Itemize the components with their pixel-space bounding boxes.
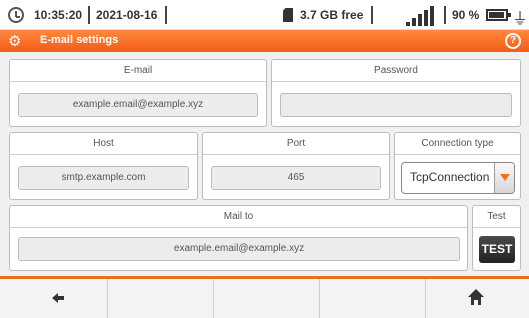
clock-icon [8,7,24,23]
email-label: E-mail [10,60,266,82]
toolbar-slot-3 [213,279,319,318]
email-field[interactable]: example.email@example.xyz [18,93,258,117]
battery-icon [486,9,511,21]
home-button[interactable] [425,279,529,318]
host-panel: Host smtp.example.com [9,132,198,200]
port-label: Port [203,133,389,155]
email-panel: E-mail example.email@example.xyz [9,59,267,127]
signal-icon [406,6,434,26]
mail-to-label: Mail to [10,206,467,228]
host-field[interactable]: smtp.example.com [18,166,189,190]
status-bar: 10:35:20 2021-08-16 3.7 GB free 90 % ⏚ [0,0,529,30]
host-label: Host [10,133,197,155]
page-title: E-mail settings [40,34,119,46]
status-separator [88,6,90,24]
storage-free: 3.7 GB free [300,8,364,22]
plug-icon: ⏚ [512,11,529,28]
status-separator [371,6,373,24]
sd-card-icon [283,8,293,22]
password-field[interactable] [280,93,512,117]
help-icon[interactable]: ? [505,33,521,49]
bottom-toolbar [0,276,529,318]
mail-to-field[interactable]: example.email@example.xyz [18,237,460,261]
back-button[interactable] [0,279,107,318]
status-separator [444,6,446,24]
test-label: Test [473,206,520,228]
test-panel: Test TEST [472,205,521,271]
connection-type-select[interactable]: TcpConnection [401,162,515,194]
back-arrow-icon [52,293,64,303]
home-icon [468,289,484,305]
port-field[interactable]: 465 [211,166,381,190]
toolbar-slot-4 [319,279,425,318]
battery-percent: 90 % [452,8,480,22]
status-time: 10:35:20 [34,8,83,22]
mail-to-panel: Mail to example.email@example.xyz [9,205,468,271]
password-panel: Password [271,59,521,127]
title-bar: ⚙ E-mail settings ? [0,30,529,52]
toolbar-slot-2 [107,279,213,318]
status-separator [165,6,167,24]
connection-type-label: Connection type [395,133,520,155]
password-label: Password [272,60,520,82]
test-button[interactable]: TEST [479,236,515,263]
chevron-down-icon[interactable] [494,163,514,193]
settings-gear-icon: ⚙ [8,33,22,50]
connection-type-panel: Connection type TcpConnection [394,132,521,200]
port-panel: Port 465 [202,132,390,200]
connection-type-value: TcpConnection [410,170,490,184]
status-date: 2021-08-16 [96,8,158,22]
